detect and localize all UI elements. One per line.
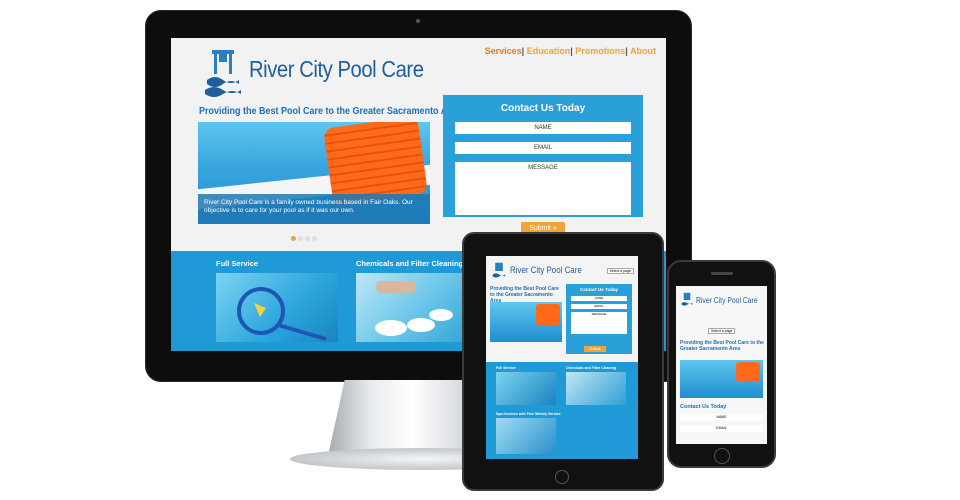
tablet-email-field[interactable]: EMAIL bbox=[571, 304, 627, 309]
phone-brand[interactable]: River City Pool Care bbox=[696, 296, 758, 305]
tablet-home-button[interactable] bbox=[555, 470, 569, 484]
contact-form: Contact Us Today NAME EMAIL MESSAGE bbox=[443, 95, 643, 217]
nav-promotions[interactable]: Promotions bbox=[575, 46, 625, 56]
phone-hero-image[interactable] bbox=[680, 360, 763, 398]
nav-about[interactable]: About bbox=[630, 46, 656, 56]
tablet-message-field[interactable]: MESSAGE bbox=[571, 312, 627, 334]
phone-tagline: Providing the Best Pool Care to the Grea… bbox=[680, 340, 764, 352]
email-field[interactable]: EMAIL bbox=[455, 142, 631, 154]
service-title-full[interactable]: Full Service bbox=[216, 259, 258, 268]
tablet-service-title-2[interactable]: Chemicals and Filter Cleaning bbox=[566, 366, 616, 370]
tablet-device: River City Pool Care Select a page Provi… bbox=[462, 232, 664, 491]
phone-page-select[interactable]: Select a page bbox=[708, 328, 736, 334]
contact-form-title: Contact Us Today bbox=[500, 103, 586, 114]
slider-dot-3[interactable] bbox=[305, 236, 310, 241]
pool-net-icon bbox=[237, 287, 327, 341]
tablet-logo-icon bbox=[492, 262, 506, 278]
tablet-contact-title: Contact Us Today bbox=[580, 287, 618, 292]
tablet-service-title-1[interactable]: Full Service bbox=[496, 366, 516, 370]
slider-dots bbox=[291, 228, 319, 246]
tablet-screen: River City Pool Care Select a page Provi… bbox=[486, 256, 638, 459]
site-brand-title[interactable]: River City Pool Care bbox=[249, 56, 424, 83]
lighthouse-logo-icon bbox=[205, 50, 241, 97]
tablet-services-band: Full Service Chemicals and Filter Cleani… bbox=[486, 362, 638, 459]
tablet-brand[interactable]: River City Pool Care bbox=[510, 265, 582, 275]
phone-home-button[interactable] bbox=[714, 448, 730, 464]
service-image-tablets[interactable] bbox=[356, 273, 478, 342]
tablet-service-image-1[interactable] bbox=[496, 372, 556, 405]
tablet-contact-form: Contact Us Today NAME EMAIL MESSAGE bbox=[566, 284, 632, 354]
name-field[interactable]: NAME bbox=[455, 122, 631, 134]
phone-speaker bbox=[711, 272, 733, 275]
slider-dot-2[interactable] bbox=[298, 236, 303, 241]
webcam-dot bbox=[416, 19, 420, 23]
hero-slider-image[interactable]: River City Pool Care is a family owned b… bbox=[198, 122, 430, 224]
chlorine-tablets-icon bbox=[375, 281, 453, 336]
phone-name-field[interactable]: NAME bbox=[680, 414, 763, 421]
message-field[interactable]: MESSAGE bbox=[455, 162, 631, 215]
phone-logo-icon bbox=[681, 292, 693, 306]
tablet-service-image-2[interactable] bbox=[566, 372, 626, 405]
main-nav: Services| Education| Promotions| About bbox=[484, 46, 656, 56]
nav-services[interactable]: Services bbox=[485, 46, 522, 56]
tablet-service-title-3[interactable]: Spa Services with Free Weekly Service bbox=[496, 412, 561, 416]
tablet-hero-image[interactable] bbox=[490, 302, 562, 342]
tablet-service-image-3[interactable] bbox=[496, 418, 556, 454]
nav-education[interactable]: Education bbox=[527, 46, 571, 56]
hero-caption: River City Pool Care is a family owned b… bbox=[198, 194, 430, 224]
tablet-name-field[interactable]: NAME bbox=[571, 296, 627, 301]
phone-email-field[interactable]: EMAIL bbox=[680, 425, 763, 432]
service-title-chemicals[interactable]: Chemicals and Filter Cleaning bbox=[356, 259, 463, 268]
slider-dot-1[interactable] bbox=[291, 236, 296, 241]
phone-screen: River City Pool Care Select a page Provi… bbox=[676, 286, 767, 444]
tablet-page-select[interactable]: Select a page bbox=[606, 268, 634, 274]
service-image-net[interactable] bbox=[216, 273, 338, 342]
phone-contact-title: Contact Us Today bbox=[680, 404, 727, 410]
site-tagline: Providing the Best Pool Care to the Grea… bbox=[199, 106, 461, 117]
phone-device: River City Pool Care Select a page Provi… bbox=[667, 260, 776, 468]
tablet-submit-button[interactable]: Submit bbox=[584, 346, 606, 352]
slider-dot-4[interactable] bbox=[312, 236, 317, 241]
